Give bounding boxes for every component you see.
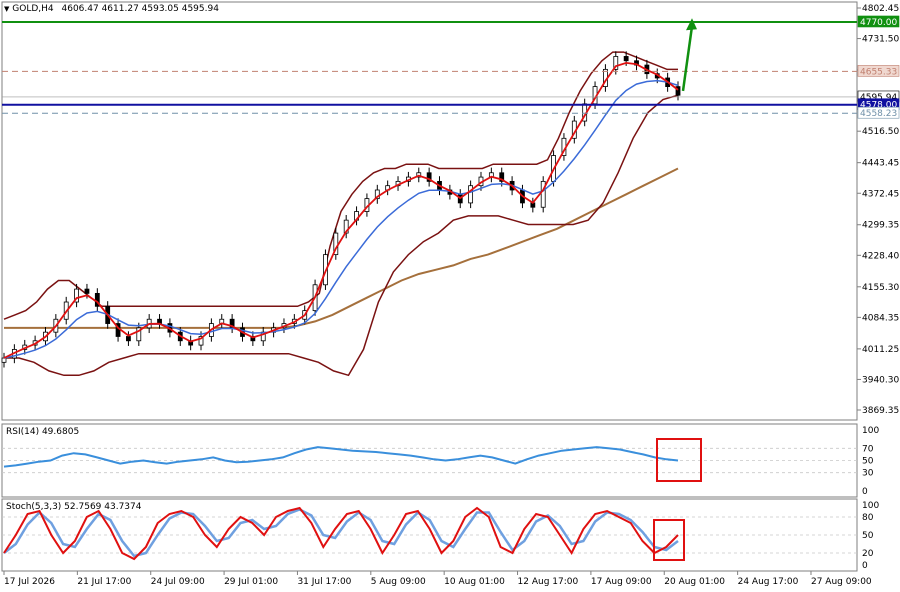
candle-body — [623, 56, 629, 62]
time-tick-label: 5 Aug 09:00 — [371, 577, 426, 587]
rsi-label: RSI(14) 49.6805 — [6, 427, 80, 437]
panel-frame — [1, 1, 858, 421]
price-tick-label: 4731.50 — [862, 35, 899, 45]
candle-body — [468, 185, 474, 204]
time-tick-label: 27 Aug 09:00 — [811, 577, 872, 587]
candle-body — [84, 288, 90, 294]
rsi-tick-label: 100 — [862, 426, 879, 436]
time-tick-label: 17 Aug 09:00 — [591, 577, 652, 587]
price-tag: 4770.00 — [860, 18, 897, 28]
stoch-label: Stoch(5,3,3) 52.7569 43.7374 — [6, 502, 142, 512]
price-tick-label: 4084.35 — [862, 313, 899, 323]
stoch-tick-label: 0 — [862, 561, 868, 571]
price-tick-label: 4155.30 — [862, 283, 899, 293]
triangle-down-icon[interactable]: ▼ — [4, 5, 9, 13]
stoch-tick-label: 100 — [862, 501, 879, 511]
time-tick-label: 10 Aug 01:00 — [444, 577, 505, 587]
price-tick-label: 4011.25 — [862, 345, 899, 355]
stoch-tick-label: 80 — [862, 513, 874, 523]
candle-body — [1, 357, 7, 363]
symbol-title: GOLD,H4 — [12, 4, 54, 14]
rsi-tick-label: 70 — [862, 444, 874, 454]
rsi-tick-label: 0 — [862, 487, 868, 497]
rsi-tick-label: 50 — [862, 457, 874, 467]
ohlc-values: 4606.47 4611.27 4593.05 4595.94 — [61, 4, 219, 14]
rsi-tick-label: 30 — [862, 469, 874, 479]
time-tick-label: 20 Aug 01:00 — [664, 577, 725, 587]
price-tick-label: 4228.40 — [862, 251, 899, 261]
time-tick-label: 12 Aug 17:00 — [518, 577, 579, 587]
stoch-tick-label: 20 — [862, 549, 874, 559]
chart-header: ▼ GOLD,H4 4606.47 4611.27 4593.05 4595.9… — [4, 4, 219, 14]
time-tick-label: 31 Jul 17:00 — [297, 577, 351, 587]
price-tick-label: 3940.30 — [862, 375, 899, 385]
time-tick-label: 24 Jul 09:00 — [151, 577, 205, 587]
price-tick-label: 4372.45 — [862, 189, 899, 199]
price-tick-label: 4299.35 — [862, 221, 899, 231]
candle-body — [126, 336, 131, 342]
time-tick-label: 21 Jul 17:00 — [77, 577, 131, 587]
price-tick-label: 4516.50 — [862, 127, 899, 137]
price-tick-label: 4802.45 — [862, 4, 899, 14]
time-tick-label: 17 Jul 2026 — [4, 577, 55, 587]
time-tick-label: 24 Aug 17:00 — [738, 577, 799, 587]
price-tick-label: 3869.35 — [862, 406, 899, 416]
price-tick-label: 4443.45 — [862, 159, 899, 169]
time-tick-label: 29 Jul 01:00 — [224, 577, 278, 587]
price-tag: 4655.33 — [860, 67, 897, 77]
stoch-tick-label: 50 — [862, 531, 874, 541]
price-tag: 4558.23 — [860, 109, 897, 119]
